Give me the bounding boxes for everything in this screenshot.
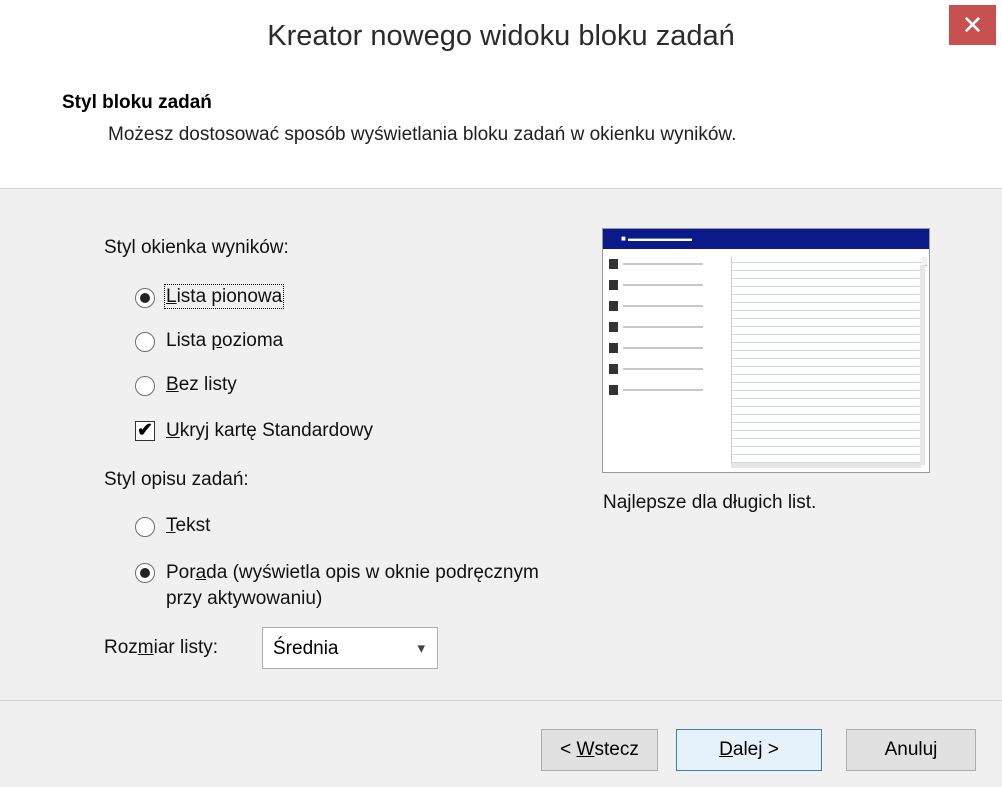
tooltip-option-label[interactable]: Porada (wyświetla opis w oknie podręczny… [166, 560, 539, 612]
horizontal-list-label[interactable]: Lista pozioma [166, 330, 283, 352]
window-preview-icon: ■ ▬▬▬▬▬▬▬▬ [603, 229, 929, 249]
back-button[interactable]: < Wstecz [541, 729, 658, 771]
radio-horizontal-list[interactable] [135, 332, 155, 352]
results-style-label: Styl okienka wyników: [104, 237, 289, 258]
window-title: Kreator nowego widoku bloku zadań [267, 20, 735, 52]
preview-task-list [607, 259, 727, 406]
description-style-label: Styl opisu zadań: [104, 469, 249, 490]
text-option-label[interactable]: Tekst [166, 515, 210, 537]
no-list-label[interactable]: Bez listy [166, 374, 237, 396]
step-title: Styl bloku zadań [62, 92, 212, 113]
vertical-list-label[interactable]: Lista pionowa [163, 284, 285, 309]
style-preview: ■ ▬▬▬▬▬▬▬▬ [602, 228, 930, 473]
list-size-label: Rozmiar listy: [104, 637, 219, 658]
radio-vertical-list[interactable] [135, 288, 155, 308]
radio-no-list[interactable] [135, 376, 155, 396]
radio-tooltip[interactable] [135, 563, 155, 583]
cancel-button[interactable]: Anuluj [846, 729, 976, 771]
list-size-value: Średnia [273, 638, 339, 659]
next-button[interactable]: Dalej > [676, 729, 822, 771]
preview-hscroll [731, 463, 921, 468]
checkmark-icon: ✔ [137, 420, 153, 441]
hide-standard-tab-label[interactable]: Ukryj kartę Standardowy [166, 420, 373, 442]
close-icon: ✕ [961, 10, 984, 40]
wizard-header: Styl bloku zadań Możesz dostosować sposó… [0, 84, 1002, 189]
footer-separator [0, 700, 1002, 701]
step-description: Możesz dostosować sposób wyświetlania bl… [108, 124, 737, 145]
wizard-window: Kreator nowego widoku bloku zadań ✕ Styl… [0, 0, 1002, 787]
radio-text[interactable] [135, 517, 155, 537]
preview-caption: Najlepsze dla długich list. [603, 492, 817, 513]
list-size-select[interactable]: Średnia ▾ [262, 627, 438, 669]
hide-standard-tab-checkbox[interactable]: ✔ [135, 421, 155, 441]
preview-list-grid [731, 257, 922, 467]
preview-vscroll [920, 265, 925, 465]
close-button[interactable]: ✕ [949, 5, 996, 45]
title-bar: Kreator nowego widoku bloku zadań ✕ [0, 0, 1002, 84]
chevron-down-icon: ▾ [417, 640, 425, 657]
